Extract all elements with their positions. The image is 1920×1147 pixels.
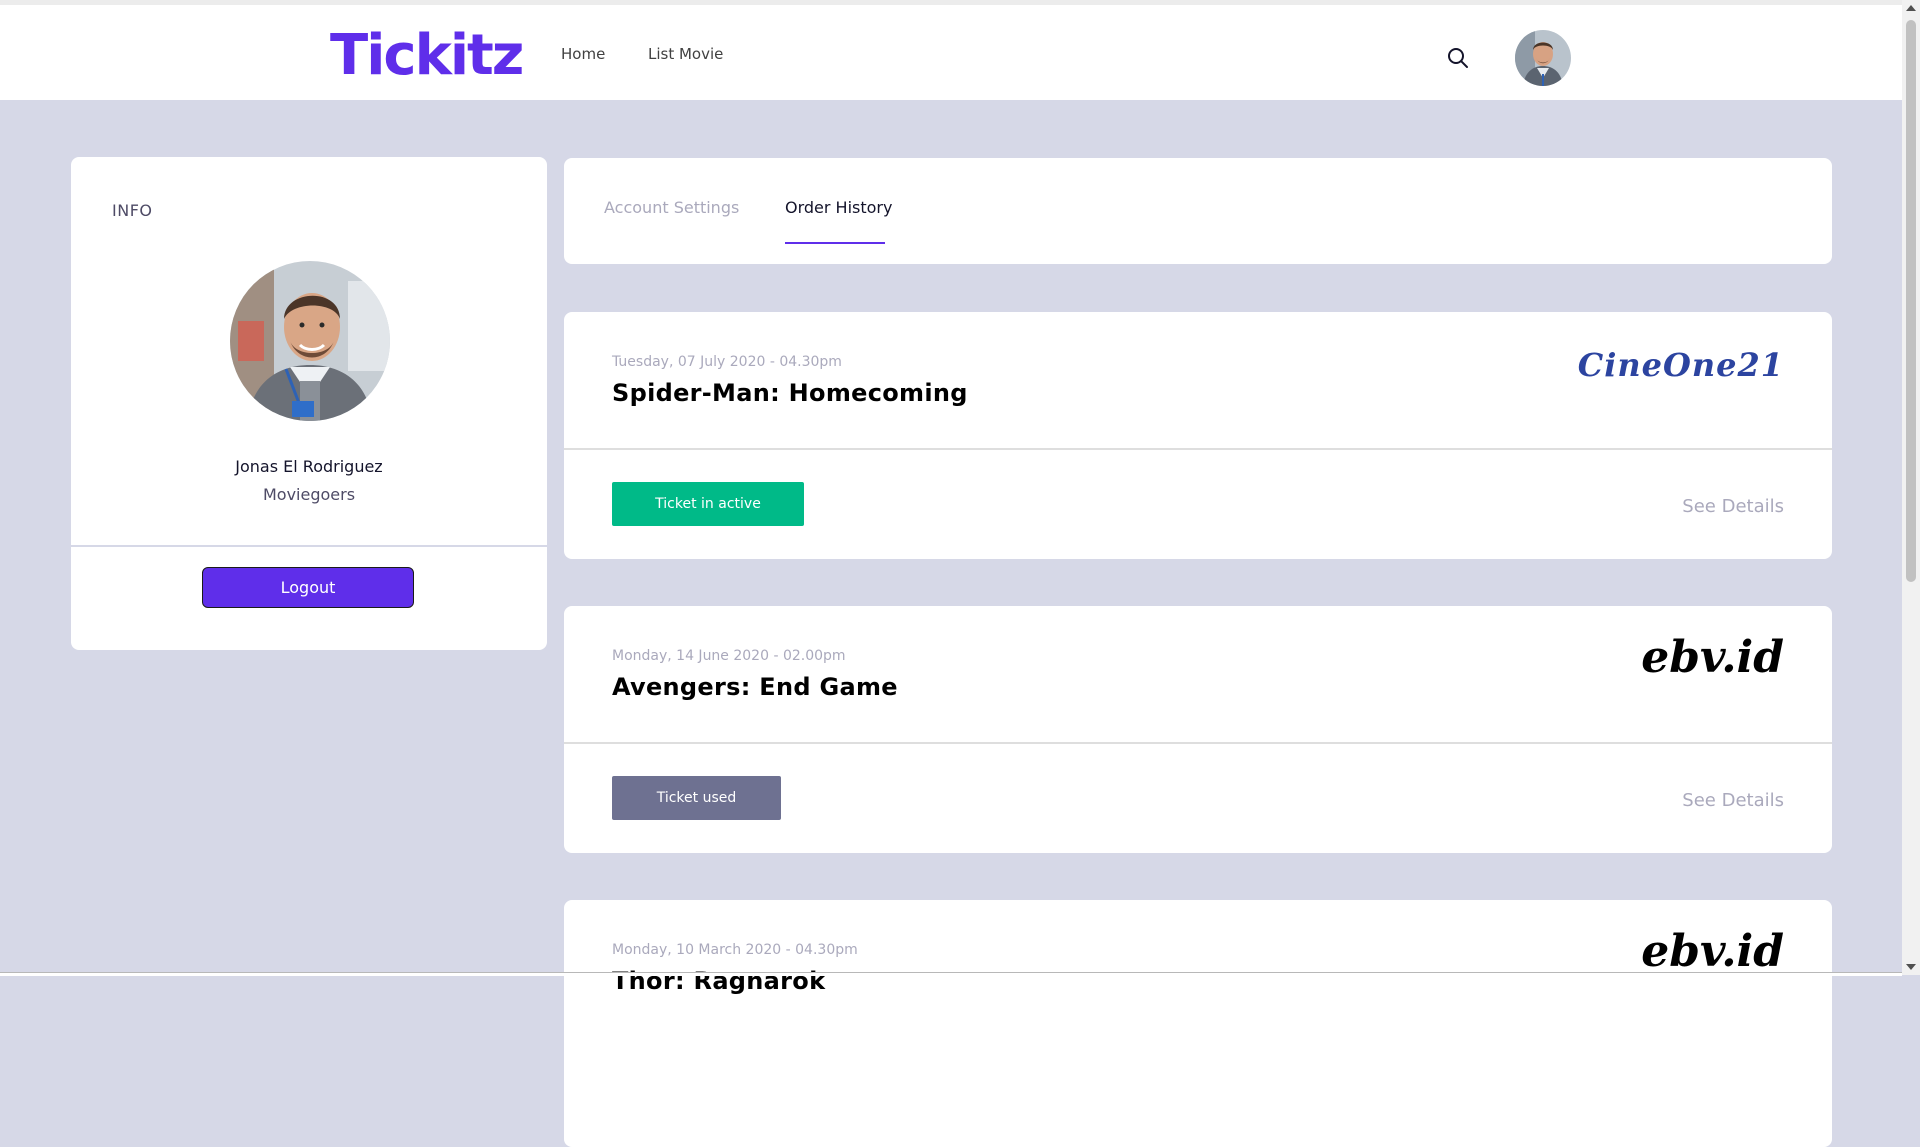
order-card: Tuesday, 07 July 2020 - 04.30pm Spider-M… xyxy=(564,312,1832,559)
active-tab-indicator xyxy=(785,242,885,244)
profile-photo xyxy=(230,261,390,421)
order-separator xyxy=(564,448,1832,450)
logout-button[interactable]: Logout xyxy=(202,567,414,608)
see-details-link[interactable]: See Details xyxy=(1682,496,1784,517)
tickitz-logo[interactable]: Tickitz xyxy=(330,21,524,91)
scrollbar-thumb[interactable] xyxy=(1906,20,1916,582)
cinema-logo-ebv: ebv.id xyxy=(1641,632,1784,683)
order-date: Monday, 14 June 2020 - 02.00pm xyxy=(612,648,846,664)
header-avatar[interactable] xyxy=(1515,30,1571,86)
search-icon[interactable] xyxy=(1447,47,1469,69)
profile-divider xyxy=(71,545,547,547)
see-details-link[interactable]: See Details xyxy=(1682,790,1784,811)
order-card: Monday, 14 June 2020 - 02.00pm Avengers:… xyxy=(564,606,1832,853)
user-role: Moviegoers xyxy=(262,485,356,504)
order-date: Tuesday, 07 July 2020 - 04.30pm xyxy=(612,354,842,370)
nav-home-link[interactable]: Home xyxy=(561,45,605,63)
navbar: Tickitz Home List Movie xyxy=(0,5,1902,100)
info-heading: INFO xyxy=(112,201,153,220)
browser-bottom-edge xyxy=(0,972,1902,976)
order-card: Monday, 10 March 2020 - 04.30pm Thor: Ra… xyxy=(564,900,1832,1147)
profile-info-card: INFO Jonas El Rodriguez Moviegoers Logou… xyxy=(71,157,547,650)
cinema-logo-cineone21: CineOne21 xyxy=(1577,346,1784,384)
user-name: Jonas El Rodriguez xyxy=(235,457,383,476)
order-date: Monday, 10 March 2020 - 04.30pm xyxy=(612,942,858,958)
order-separator xyxy=(564,742,1832,744)
scroll-up-arrow-icon[interactable] xyxy=(1906,5,1916,11)
nav-list-movie-link[interactable]: List Movie xyxy=(648,45,723,63)
scroll-down-arrow-icon[interactable] xyxy=(1906,964,1916,970)
page-scrollbar[interactable] xyxy=(1902,0,1920,975)
order-movie-title: Spider-Man: Homecoming xyxy=(612,379,968,407)
cinema-logo-ebv: ebv.id xyxy=(1641,926,1784,977)
ticket-status-button[interactable]: Ticket in active xyxy=(612,482,804,526)
order-movie-title: Avengers: End Game xyxy=(612,673,898,701)
profile-tabs-card: Account Settings Order History xyxy=(564,158,1832,264)
ticket-status-button[interactable]: Ticket used xyxy=(612,776,781,820)
tab-order-history[interactable]: Order History xyxy=(785,198,892,217)
tab-account-settings[interactable]: Account Settings xyxy=(604,198,739,217)
